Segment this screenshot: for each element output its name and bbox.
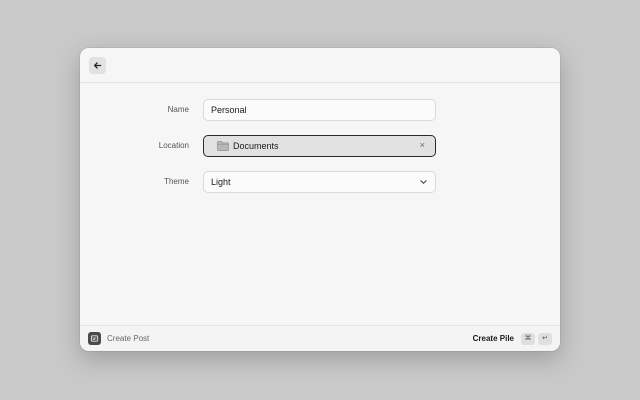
cmd-key-hint: ⌘: [521, 333, 535, 345]
app-icon: [88, 332, 101, 345]
theme-value: Light: [211, 177, 231, 187]
create-pile-button[interactable]: Create Pile: [473, 326, 514, 351]
top-bar: [80, 48, 560, 83]
folder-icon: [217, 141, 229, 151]
name-field[interactable]: Personal: [203, 99, 436, 121]
create-post-label[interactable]: Create Post: [107, 326, 149, 351]
back-button[interactable]: [89, 57, 106, 74]
clear-location-button[interactable]: ×: [420, 136, 425, 155]
name-row: Name Personal: [80, 99, 560, 121]
name-value: Personal: [211, 105, 247, 115]
return-key-hint: ↵: [538, 333, 552, 345]
location-value: Documents: [233, 141, 279, 151]
location-row: Location Documents ×: [80, 135, 560, 157]
name-label: Name: [167, 105, 189, 114]
theme-select[interactable]: Light: [203, 171, 436, 193]
arrow-left-icon: [93, 62, 102, 69]
chevron-down-icon: [420, 180, 427, 184]
theme-row: Theme Light: [80, 171, 560, 193]
bottom-bar: Create Post Create Pile ⌘ ↵: [80, 325, 560, 351]
theme-label: Theme: [164, 177, 189, 186]
create-pile-window: Name Personal Location Documents × Theme…: [80, 48, 560, 351]
location-label: Location: [158, 141, 189, 150]
location-picker[interactable]: Documents ×: [203, 135, 436, 157]
